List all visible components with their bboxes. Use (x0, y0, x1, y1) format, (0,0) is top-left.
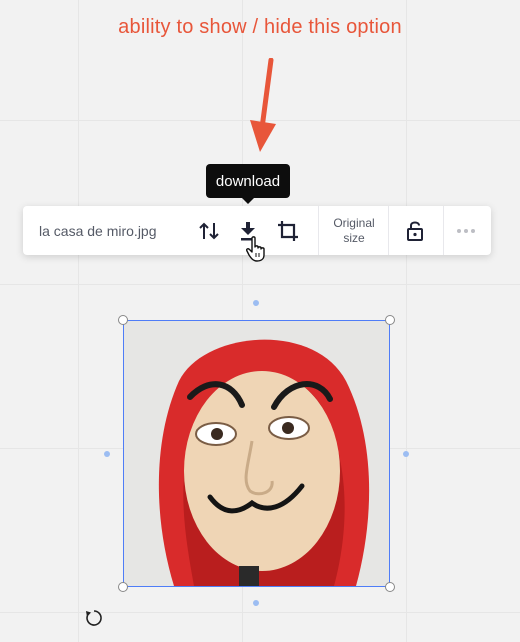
connector-dot-top[interactable] (253, 300, 259, 306)
toolbar-divider (443, 206, 444, 255)
selection-frame (123, 320, 390, 587)
crop-button[interactable] (275, 206, 301, 255)
tooltip-label: download (215, 172, 281, 190)
hand-cursor-icon (246, 236, 265, 262)
resize-handle-bottom-right[interactable] (385, 582, 395, 592)
connector-dot-right[interactable] (403, 451, 409, 457)
swap-button[interactable] (195, 206, 223, 255)
resize-handle-top-right[interactable] (385, 315, 395, 325)
rotate-icon[interactable] (84, 608, 104, 628)
connector-dot-left[interactable] (104, 451, 110, 457)
annotation-text: ability to show / hide this option (118, 16, 402, 38)
swap-icon (199, 222, 219, 239)
annotation-arrow (250, 58, 276, 152)
original-size-button[interactable]: Original size (319, 206, 389, 255)
more-icon (457, 228, 475, 233)
file-name: la casa de miro.jpg (39, 222, 157, 239)
download-tooltip: download (206, 164, 290, 204)
lock-button[interactable] (403, 206, 427, 255)
resize-handle-top-left[interactable] (118, 315, 128, 325)
connector-dot-bottom[interactable] (253, 600, 259, 606)
toolbar-divider (388, 206, 389, 255)
image-toolbar: la casa de miro.jpg Original size (23, 206, 491, 262)
unlock-icon (407, 221, 423, 241)
original-size-label-line2: size (343, 230, 365, 245)
original-size-label-line1: Original (333, 215, 375, 230)
resize-handle-bottom-left[interactable] (118, 582, 128, 592)
more-options-button[interactable] (453, 206, 479, 255)
crop-icon (278, 220, 298, 241)
